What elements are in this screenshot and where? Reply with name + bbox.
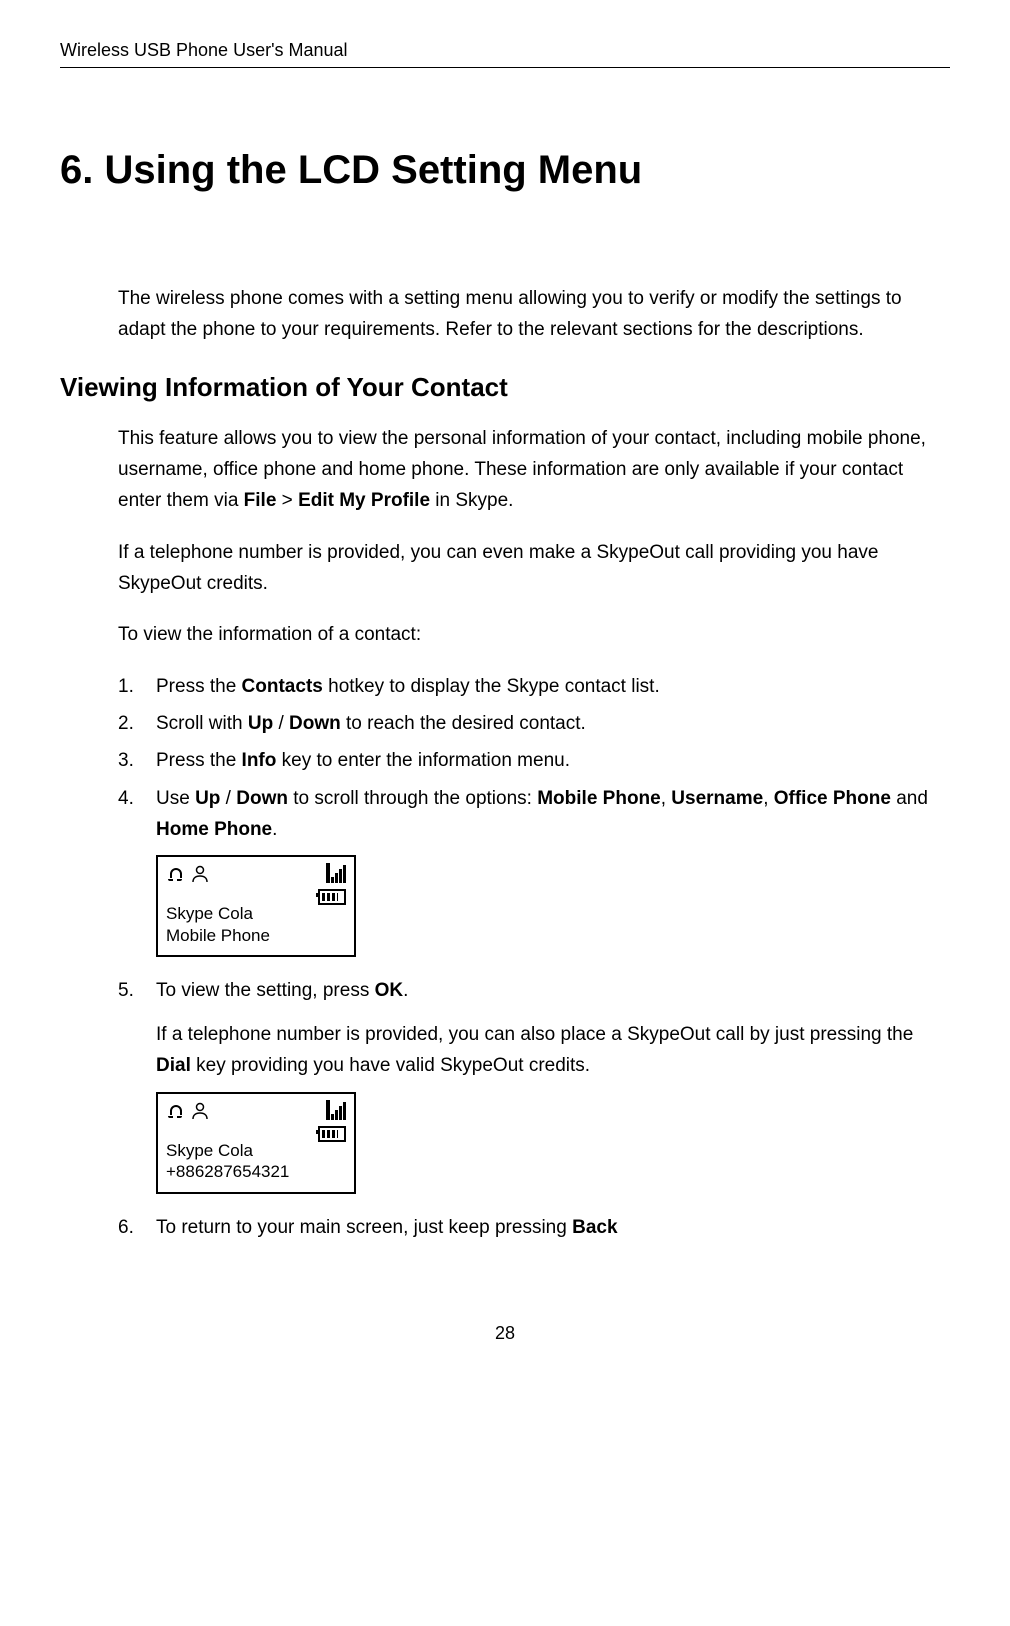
intro-paragraph: The wireless phone comes with a setting … (118, 283, 950, 346)
text: and (891, 788, 928, 809)
text: This feature allows you to view the pers… (118, 428, 926, 512)
step-number: 1. (118, 671, 134, 702)
step-2: 2. Scroll with Up / Down to reach the de… (118, 708, 950, 739)
text: key to enter the information menu. (276, 750, 570, 771)
text: Use (156, 788, 195, 809)
bold-contacts: Contacts (242, 676, 323, 697)
page-number: 28 (60, 1323, 950, 1344)
bold-ok: OK (375, 980, 404, 1001)
text: . (272, 819, 277, 840)
headset-icon (166, 863, 186, 883)
chapter-title: 6. Using the LCD Setting Menu (60, 148, 950, 193)
signal-icon (326, 1100, 346, 1120)
section-heading: Viewing Information of Your Contact (60, 372, 950, 403)
bold-up: Up (248, 713, 273, 734)
lcd-screenshot-1: Skype Cola Mobile Phone (156, 855, 356, 957)
lcd-line-1: Skype Cola (166, 903, 346, 924)
text: To view the setting, press (156, 980, 375, 1001)
lcd-line-2: Mobile Phone (166, 925, 346, 946)
text: Press the (156, 750, 242, 771)
bold-down: Down (289, 713, 341, 734)
person-icon (190, 1100, 210, 1120)
bold-username: Username (671, 788, 763, 809)
bold-home-phone: Home Phone (156, 819, 272, 840)
text: / (220, 788, 236, 809)
step-number: 4. (118, 783, 134, 814)
step-number: 3. (118, 745, 134, 776)
text: . (403, 980, 408, 1001)
section-paragraph-2: If a telephone number is provided, you c… (118, 537, 950, 600)
step-5-substep: If a telephone number is provided, you c… (156, 1019, 950, 1082)
bold-file: File (244, 490, 277, 511)
bold-back: Back (572, 1217, 617, 1238)
text: , (661, 788, 672, 809)
section-paragraph-1: This feature allows you to view the pers… (118, 423, 950, 517)
bold-office-phone: Office Phone (774, 788, 891, 809)
lcd-line-1: Skype Cola (166, 1140, 346, 1161)
text: If a telephone number is provided, you c… (156, 1024, 913, 1045)
step-number: 6. (118, 1212, 134, 1243)
text: in Skype. (430, 490, 513, 511)
step-5: 5. To view the setting, press OK. (118, 975, 950, 1006)
lcd-screenshot-2: Skype Cola +886287654321 (156, 1092, 356, 1194)
headset-icon (166, 1100, 186, 1120)
text: Press the (156, 676, 242, 697)
text: to scroll through the options: (288, 788, 537, 809)
signal-icon (326, 863, 346, 883)
bold-dial: Dial (156, 1055, 191, 1076)
bold-up: Up (195, 788, 220, 809)
text: / (273, 713, 289, 734)
step-3: 3. Press the Info key to enter the infor… (118, 745, 950, 776)
text: Scroll with (156, 713, 248, 734)
step-4: 4. Use Up / Down to scroll through the o… (118, 783, 950, 846)
step-1: 1. Press the Contacts hotkey to display … (118, 671, 950, 702)
text: hotkey to display the Skype contact list… (323, 676, 660, 697)
step-number: 2. (118, 708, 134, 739)
battery-icon (318, 1126, 346, 1142)
text: , (763, 788, 774, 809)
running-header: Wireless USB Phone User's Manual (60, 40, 950, 68)
step-6: 6. To return to your main screen, just k… (118, 1212, 950, 1243)
battery-icon (318, 889, 346, 905)
bold-down: Down (236, 788, 288, 809)
bold-info: Info (242, 750, 277, 771)
lcd-line-2: +886287654321 (166, 1161, 346, 1182)
person-icon (190, 863, 210, 883)
text: key providing you have valid SkypeOut cr… (191, 1055, 590, 1076)
section-paragraph-3: To view the information of a contact: (118, 619, 950, 650)
step-number: 5. (118, 975, 134, 1006)
bold-edit-profile: Edit My Profile (298, 490, 430, 511)
text: > (276, 490, 298, 511)
text: to reach the desired contact. (341, 713, 586, 734)
bold-mobile-phone: Mobile Phone (537, 788, 661, 809)
text: To return to your main screen, just keep… (156, 1217, 572, 1238)
